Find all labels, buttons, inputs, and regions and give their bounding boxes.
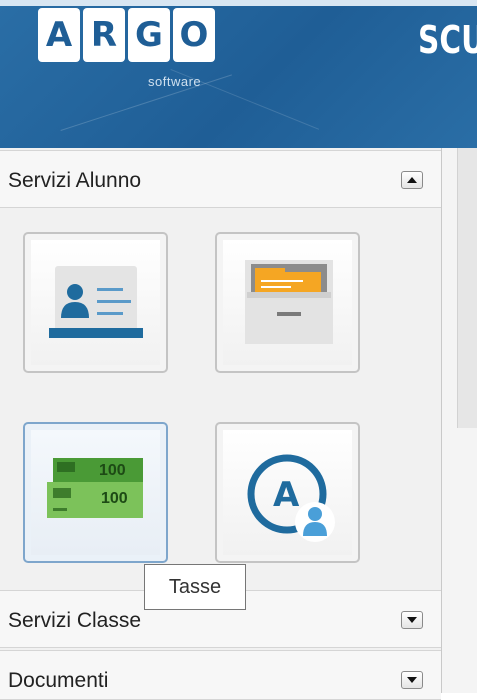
expand-arrow-icon[interactable]: [401, 671, 423, 689]
collapse-arrow-icon[interactable]: [401, 171, 423, 189]
section-title: Documenti: [8, 669, 109, 692]
banknotes-icon: 100 100: [47, 458, 143, 518]
section-title: Servizi Alunno: [8, 169, 142, 192]
section-header-servizi-alunno[interactable]: Servizi Alunno: [0, 150, 441, 208]
argo-user-icon: A: [247, 454, 335, 542]
header-top-stripe: [0, 0, 477, 6]
tile-argo-account[interactable]: A: [215, 422, 360, 563]
content-scrollbar[interactable]: [457, 148, 477, 428]
file-drawer-icon: [245, 260, 333, 344]
logo-letter: R: [83, 8, 125, 62]
tile-documenti-alunno[interactable]: [215, 232, 360, 373]
student-id-card-icon: [49, 266, 143, 338]
section-title: Servizi Classe: [8, 609, 142, 632]
expand-arrow-icon[interactable]: [401, 611, 423, 629]
tile-tasse[interactable]: 100 100: [23, 422, 168, 563]
argo-letter: A: [273, 475, 300, 515]
logo-letter: A: [38, 8, 80, 62]
tooltip: Tasse: [144, 564, 246, 610]
app-header: A R G O software SCU: [0, 0, 477, 148]
logo-letter: O: [173, 8, 215, 62]
argo-logo[interactable]: A R G O: [38, 8, 215, 62]
banknote-value-back: 100: [99, 462, 126, 479]
tile-scheda-alunno[interactable]: [23, 232, 168, 373]
banknote-value-front: 100: [101, 490, 128, 507]
logo-subtitle: software: [148, 74, 202, 89]
brand-title: SCU: [418, 18, 477, 62]
logo-letter: G: [128, 8, 170, 62]
